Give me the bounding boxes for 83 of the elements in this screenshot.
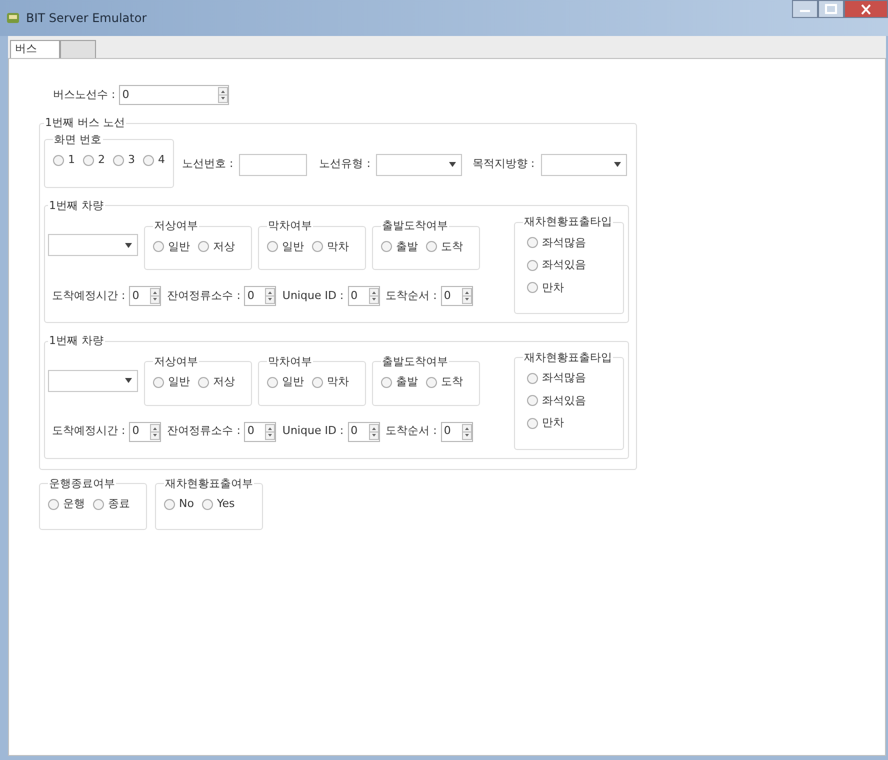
group-title: 재차현황표출타입 (524, 215, 612, 228)
group-title: 1번째 버스 노선 (45, 116, 125, 129)
radio-option[interactable]: 좌석많음 (527, 370, 615, 386)
caret-icon (614, 162, 621, 167)
radio-option[interactable]: 일반 (153, 374, 190, 390)
spin-arrows-icon[interactable] (150, 288, 160, 304)
group-title: 운행종료여부 (49, 476, 115, 490)
field-label: 잔여정류소수 : (167, 288, 240, 304)
radio-option[interactable]: Yes (202, 496, 235, 512)
field-label: 노선번호 : (182, 156, 234, 172)
field-label: 도착순서 : (386, 423, 437, 440)
field-label: 잔여정류소수 : (167, 423, 240, 440)
text-field[interactable] (239, 154, 308, 176)
radio-option[interactable]: 막차 (312, 374, 349, 390)
spin-arrows-icon[interactable] (462, 288, 472, 304)
radio-option[interactable]: 도착 (426, 374, 463, 390)
field-label: Unique ID : (282, 423, 344, 440)
caret-icon (125, 242, 132, 248)
radio-option[interactable]: 좌석있음 (527, 392, 615, 409)
close-button[interactable] (844, 0, 888, 18)
group-title: 재차현황표출타입 (524, 350, 612, 364)
group-title: 1번째 차량 (49, 334, 104, 347)
radio-option[interactable]: 운행 (48, 496, 85, 512)
radio-option[interactable]: 도착 (426, 238, 463, 255)
radio-option[interactable]: 만차 (527, 415, 615, 432)
spin-box[interactable]: 0 (440, 422, 473, 442)
field-label: 도착예정시간 : (52, 423, 126, 440)
spin-arrows-icon[interactable] (218, 87, 228, 103)
spin-arrows-icon[interactable] (265, 288, 276, 304)
radio-option[interactable]: 1 (53, 152, 75, 168)
caret-icon (125, 378, 132, 383)
spin-arrows-icon[interactable] (462, 424, 472, 440)
group-title: 저상여부 (154, 219, 198, 232)
radio-option[interactable]: 일반 (267, 238, 304, 255)
spin-arrows-icon[interactable] (368, 288, 379, 304)
close-icon (861, 4, 871, 14)
field-label: 도착순서 : (386, 288, 437, 304)
spin-box[interactable]: 0 (348, 286, 380, 306)
window-title: BIT Server Emulator (26, 10, 147, 27)
radio-option[interactable]: 만차 (527, 280, 615, 296)
radio-option[interactable]: 출발 (381, 374, 418, 390)
radio-option[interactable]: 막차 (312, 238, 349, 255)
spin-arrows-icon[interactable] (368, 424, 379, 440)
radio-option[interactable]: 저상 (198, 238, 235, 255)
spin-arrows-icon[interactable] (265, 424, 276, 440)
field-label: 도착예정시간 : (52, 288, 126, 304)
radio-option[interactable]: 4 (143, 152, 165, 168)
spin-box[interactable]: 0 (119, 85, 230, 105)
radio-option[interactable]: No (164, 496, 194, 512)
radio-option[interactable]: 출발 (381, 238, 418, 255)
radio-option[interactable]: 좌석많음 (527, 234, 615, 251)
spin-box[interactable]: 0 (129, 422, 162, 442)
radio-option[interactable]: 일반 (267, 374, 304, 390)
field-label: 목적지방향 : (472, 156, 535, 172)
spin-box[interactable]: 0 (129, 286, 162, 306)
radio-option[interactable]: 3 (113, 152, 135, 168)
field-label: 노선유형 : (319, 156, 370, 172)
group-title: 막차여부 (268, 354, 312, 368)
radio-option[interactable]: 좌석있음 (527, 257, 615, 274)
group-title: 출발도착여부 (382, 354, 448, 368)
radio-option[interactable]: 일반 (153, 238, 190, 255)
group-title: 막차여부 (268, 219, 312, 232)
maximize-icon (825, 4, 837, 14)
field-label: Unique ID : (282, 288, 344, 304)
group-title: 1번째 차량 (49, 198, 104, 212)
spin-box[interactable]: 0 (348, 422, 380, 442)
caret-icon (449, 162, 456, 167)
group-title: 출발도착여부 (382, 219, 448, 232)
group-title: 재차현황표출여부 (165, 476, 253, 490)
group-title: 저상여부 (154, 354, 198, 368)
field-label: 버스노선수 : (53, 86, 116, 103)
tab[interactable]: 버스 (10, 40, 60, 58)
spin-arrows-icon[interactable] (150, 424, 160, 440)
spin-box[interactable]: 0 (440, 286, 473, 306)
radio-option[interactable]: 종료 (93, 496, 130, 512)
app-icon (6, 11, 20, 25)
spin-box[interactable]: 0 (244, 286, 276, 306)
minimize-button[interactable] (792, 0, 818, 18)
radio-option[interactable]: 저상 (198, 374, 235, 390)
maximize-button[interactable] (818, 0, 844, 18)
radio-option[interactable]: 2 (83, 152, 105, 168)
spin-box[interactable]: 0 (244, 422, 276, 442)
group-title: 화면 번호 (54, 132, 102, 146)
